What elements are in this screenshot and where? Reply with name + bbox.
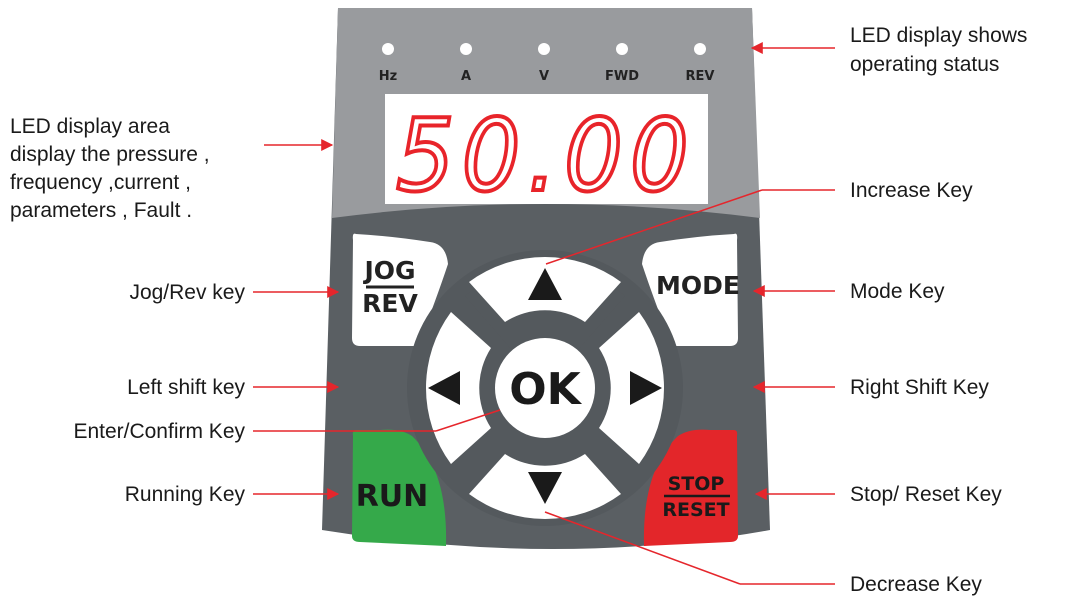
left-shift-key-label: Left shift key [127, 376, 245, 399]
led-display: 50.00 [385, 94, 708, 216]
display-value: 50.00 [396, 97, 696, 214]
stop-reset-key-label: Stop/ Reset Key [850, 483, 1002, 506]
enter-key-label: Enter/Confirm Key [73, 420, 245, 443]
mode-label: MODE [656, 271, 740, 300]
increase-key-label: Increase Key [850, 179, 973, 202]
display-area-label: display the pressure , [10, 143, 210, 166]
display-area-label: frequency ,current , [10, 171, 191, 194]
indicator-label: FWD [605, 69, 639, 84]
running-key-label: Running Key [125, 483, 246, 506]
hz-led-icon [382, 43, 394, 55]
stop-label: STOP [668, 473, 725, 495]
keypad-diagram: Hz A V FWD REV 50.00 JOG REV MODE RUN ST… [10, 8, 1027, 596]
decrease-key-label: Decrease Key [850, 573, 982, 596]
fwd-led-icon [616, 43, 628, 55]
jog-rev-key-label: Jog/Rev key [129, 281, 245, 304]
indicator-label: A [461, 69, 471, 84]
indicator-label: V [539, 69, 549, 84]
mode-key-label: Mode Key [850, 280, 945, 303]
indicator-label: Hz [379, 69, 397, 84]
display-area-label: LED display area [10, 115, 170, 138]
ok-label: OK [509, 364, 582, 415]
ok-key[interactable]: OK [495, 338, 595, 438]
v-led-icon [538, 43, 550, 55]
right-shift-key-label: Right Shift Key [850, 376, 989, 399]
a-led-icon [460, 43, 472, 55]
display-area-label: parameters , Fault . [10, 199, 192, 222]
indicator-label: REV [686, 69, 715, 84]
led-status-label: operating status [850, 53, 999, 76]
jog-label: JOG [362, 256, 415, 285]
rev-label: REV [362, 289, 418, 318]
run-label: RUN [356, 479, 429, 514]
led-status-label: LED display shows [850, 24, 1027, 47]
reset-label: RESET [662, 499, 729, 521]
rev-led-icon [694, 43, 706, 55]
